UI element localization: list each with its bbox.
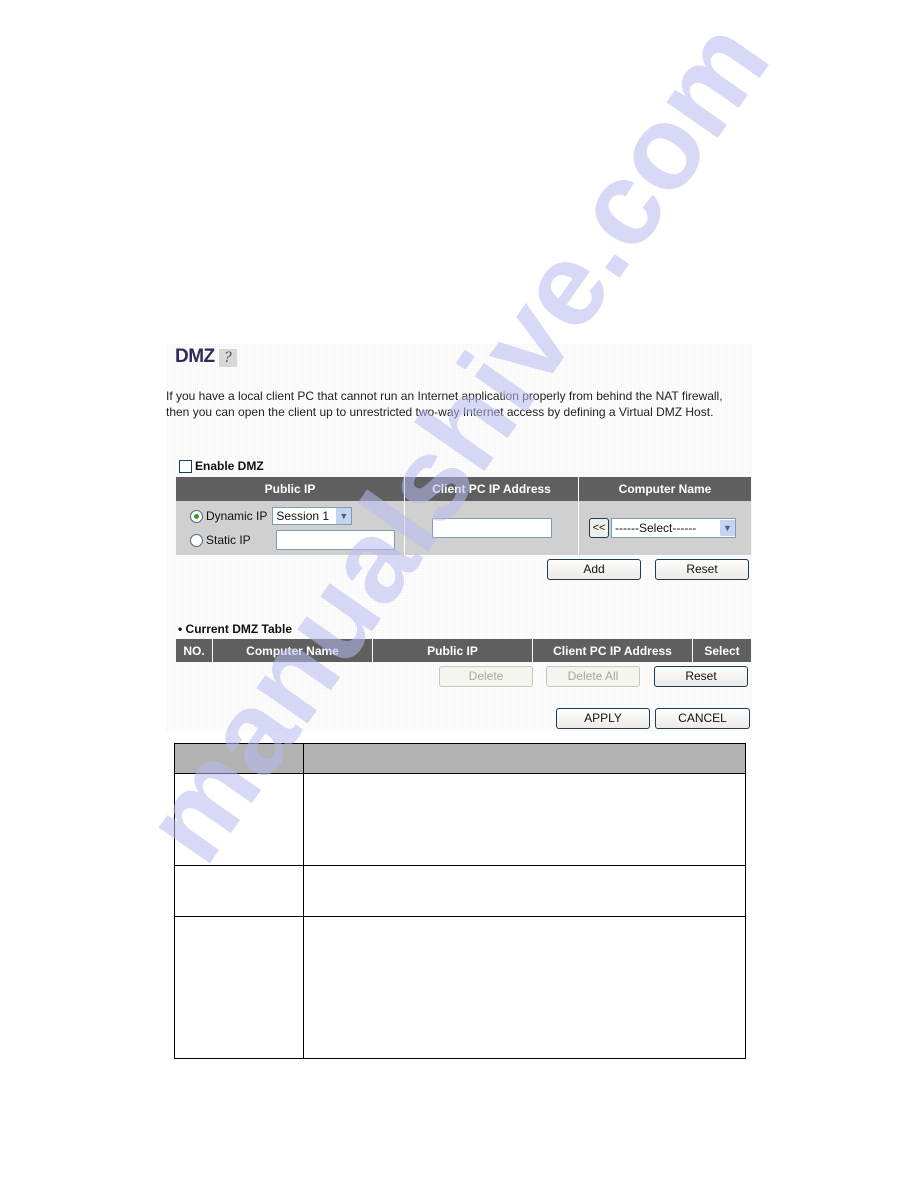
col-client-ip: Client PC IP Address (532, 639, 693, 662)
description-table (174, 743, 746, 1059)
apply-button[interactable]: APPLY (556, 708, 650, 729)
reset-button[interactable]: Reset (655, 559, 749, 580)
help-question-icon[interactable]: ? (219, 349, 237, 367)
row-cell-description (303, 865, 746, 917)
reset-table-button[interactable]: Reset (654, 666, 748, 687)
dynamic-ip-label: Dynamic IP (206, 509, 268, 523)
session-select[interactable]: Session 1 ▼ (272, 507, 353, 525)
current-dmz-table-title: • Current DMZ Table (178, 622, 292, 636)
header-cell-item (174, 743, 304, 774)
dmz-description: If you have a local client PC that canno… (166, 389, 723, 419)
row-cell-item (174, 773, 304, 866)
delete-button[interactable]: Delete (439, 666, 533, 687)
copy-computer-button[interactable]: << (589, 518, 609, 538)
computer-name-select[interactable]: ------Select------ ▼ (611, 518, 736, 538)
computer-name-select-value: ------Select------ (615, 521, 697, 535)
chevron-down-icon[interactable]: ▼ (336, 508, 352, 524)
static-ip-label: Static IP (206, 533, 251, 547)
client-ip-cell (404, 501, 579, 555)
row-cell-item (174, 916, 304, 1059)
static-ip-input[interactable] (276, 530, 395, 550)
col-public-ip: Public IP (176, 477, 405, 501)
table-row (174, 865, 746, 917)
computer-name-cell: << ------Select------ ▼ (578, 501, 751, 555)
session-select-value: Session 1 (276, 509, 330, 523)
add-button[interactable]: Add (547, 559, 641, 580)
row-cell-description (303, 773, 746, 866)
client-ip-input[interactable] (431, 518, 552, 538)
col-no: NO. (176, 639, 213, 662)
row-cell-description (303, 916, 746, 1059)
dmz-screenshot-panel: DMZ ? If you have a local client PC that… (166, 344, 752, 732)
enable-dmz-checkbox[interactable] (179, 459, 192, 473)
table-row (174, 916, 746, 1059)
col-computer-name: Computer Name (212, 639, 373, 662)
col-computer-name: Computer Name (578, 477, 751, 501)
col-public-ip: Public IP (372, 639, 533, 662)
page-title: DMZ (175, 346, 215, 367)
row-cell-item (174, 865, 304, 917)
enable-dmz-label: Enable DMZ (195, 459, 264, 473)
dynamic-ip-radio[interactable] (190, 509, 203, 523)
enable-dmz-option[interactable]: Enable DMZ (179, 459, 264, 473)
cancel-button[interactable]: CANCEL (655, 708, 750, 729)
chevron-down-icon[interactable]: ▼ (720, 520, 735, 536)
static-ip-radio[interactable] (190, 533, 203, 547)
current-dmz-table: NO. Computer Name Public IP Client PC IP… (176, 639, 751, 662)
bullet-icon: • (178, 622, 186, 636)
public-ip-cell: Dynamic IP Session 1 ▼ Static IP (176, 501, 405, 555)
delete-all-button[interactable]: Delete All (546, 666, 640, 687)
dmz-config-table: Public IP Client PC IP Address Computer … (176, 477, 751, 555)
table-row (174, 773, 746, 866)
header-cell-description (303, 743, 746, 774)
col-client-ip: Client PC IP Address (404, 477, 579, 501)
description-table-header (174, 743, 746, 774)
col-select: Select (692, 639, 751, 662)
current-dmz-table-label: Current DMZ Table (185, 622, 292, 636)
